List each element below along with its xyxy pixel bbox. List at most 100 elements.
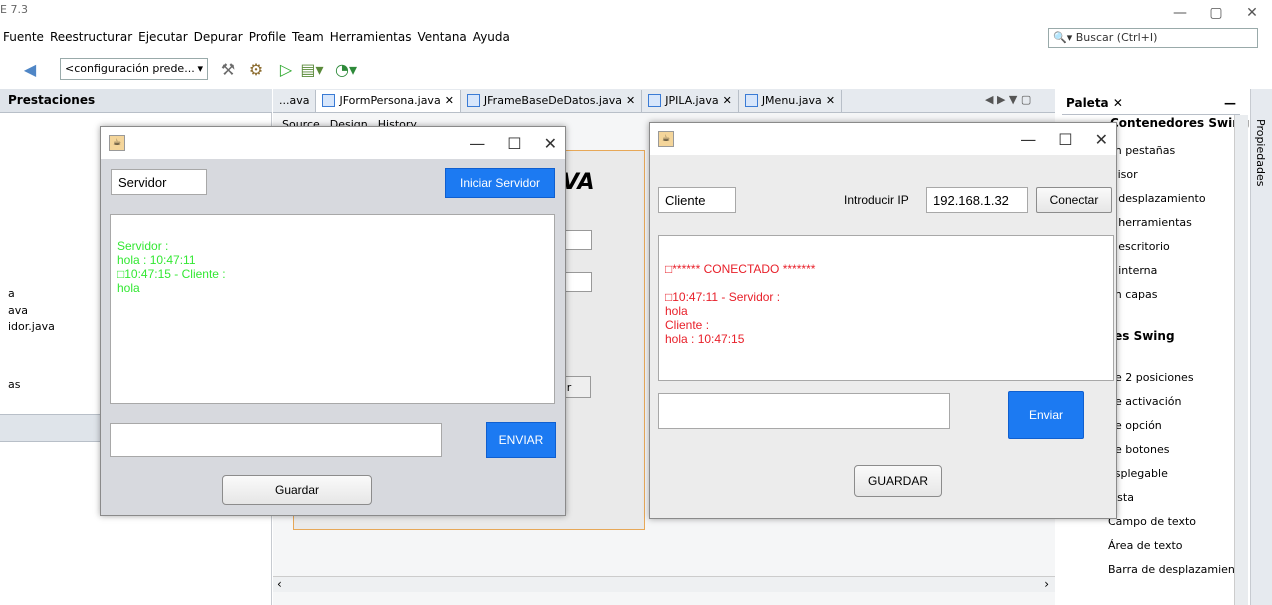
java-file-icon xyxy=(322,94,336,107)
close-icon[interactable]: ✕ xyxy=(1095,130,1108,149)
palette-item[interactable]: e desplazamiento xyxy=(1108,192,1206,205)
palette-scrollbar[interactable] xyxy=(1234,115,1248,605)
minimize-icon[interactable]: — xyxy=(1160,0,1200,26)
server-window-body: Servidor Iniciar Servidor Servidor : hola… xyxy=(101,159,565,515)
close-icon[interactable]: ✕ xyxy=(723,94,732,107)
close-icon[interactable]: ✕ xyxy=(1113,96,1123,110)
ide-title: E 7.3 xyxy=(0,3,28,16)
project-item[interactable]: idor.java xyxy=(8,320,55,333)
palette-section-containers[interactable]: Contenedores Swing xyxy=(1110,116,1249,130)
tab-jframebasededatos[interactable]: JFrameBaseDeDatos.java ✕ xyxy=(460,89,643,112)
run-icon[interactable]: ▷ xyxy=(274,57,298,81)
client-send-button[interactable]: Enviar xyxy=(1008,391,1084,439)
menu-item[interactable]: Herramientas xyxy=(327,30,415,50)
palette-item[interactable]: Campo de texto xyxy=(1108,515,1196,528)
hammer-icon[interactable]: ⚒ xyxy=(216,57,240,81)
profile-icon[interactable]: ◔▾ xyxy=(334,57,358,81)
config-combo[interactable]: <configuración prede... ▾ xyxy=(60,58,208,80)
ip-input[interactable]: 192.168.1.32 xyxy=(926,187,1028,213)
tab-jmenu[interactable]: JMenu.java ✕ xyxy=(738,89,843,112)
server-send-button[interactable]: ENVIAR xyxy=(486,422,556,458)
start-server-button[interactable]: Iniciar Servidor xyxy=(445,168,555,198)
chat-line: □10:47:11 - Servidor : xyxy=(665,290,781,304)
close-icon[interactable]: ✕ xyxy=(544,134,557,153)
server-chat-area[interactable]: Servidor : hola : 10:47:11 □10:47:15 - Cli… xyxy=(110,214,555,404)
tab-label: JPILA.java xyxy=(665,94,719,107)
project-item[interactable]: ava xyxy=(8,304,28,317)
connect-button[interactable]: Conectar xyxy=(1036,187,1112,213)
server-name-field[interactable]: Servidor xyxy=(111,169,207,195)
palette-item[interactable]: e herramientas xyxy=(1108,216,1192,229)
tab-ava[interactable]: ...ava xyxy=(273,89,317,112)
menu-item[interactable]: Depurar xyxy=(191,30,246,50)
palette-item[interactable]: de activación xyxy=(1108,395,1181,408)
tab-label: ...ava xyxy=(279,94,310,107)
back-icon[interactable]: ◀ xyxy=(18,57,42,81)
palette-title: Paleta xyxy=(1066,96,1109,110)
server-window-titlebar[interactable]: ☕ — ☐ ✕ xyxy=(101,127,565,159)
palette-item[interactable]: Área de texto xyxy=(1108,539,1183,552)
left-panel-header: Prestaciones xyxy=(0,89,272,113)
minimize-icon[interactable]: — xyxy=(469,134,485,153)
project-item[interactable]: as xyxy=(8,378,20,391)
ip-label: Introducir IP xyxy=(844,193,909,207)
search-icon: 🔍▾ xyxy=(1053,31,1076,44)
close-icon[interactable]: ✕ xyxy=(626,94,635,107)
menu-item[interactable]: Ayuda xyxy=(470,30,513,50)
client-chat-area[interactable]: □****** CONECTADO ******* □10:47:11 - Ser… xyxy=(658,235,1114,381)
menu-item[interactable]: Ventana xyxy=(415,30,470,50)
menu-item[interactable]: Ejecutar xyxy=(135,30,191,50)
server-window: ☕ — ☐ ✕ Servidor Iniciar Servidor Servidor… xyxy=(100,126,566,516)
client-window-titlebar[interactable]: ☕ — ☐ ✕ xyxy=(650,123,1116,155)
minimize-icon[interactable]: — xyxy=(1020,130,1036,149)
design-textfield xyxy=(562,230,592,250)
palette-item[interactable]: de botones xyxy=(1108,443,1169,456)
tab-jpila[interactable]: JPILA.java ✕ xyxy=(642,89,739,112)
debug-icon[interactable]: ▤▾ xyxy=(300,57,324,81)
java-file-icon xyxy=(648,94,662,107)
search-placeholder: Buscar (Ctrl+I) xyxy=(1075,31,1158,44)
horizontal-scrollbar[interactable]: ‹ › xyxy=(273,576,1055,592)
palette-item[interactable]: on pestañas xyxy=(1108,144,1175,157)
menu-item[interactable]: Team xyxy=(289,30,327,50)
properties-sidebar[interactable]: Propiedades xyxy=(1250,89,1272,605)
chat-line: Servidor : xyxy=(117,239,169,253)
editor-tabs: ...ava JFormPersona.java ✕ JFrameBaseDeD… xyxy=(273,89,1055,113)
project-item[interactable]: a xyxy=(8,287,15,300)
client-save-button[interactable]: GUARDAR xyxy=(854,465,942,497)
maximize-icon[interactable]: ☐ xyxy=(1058,130,1072,149)
chevron-left-icon[interactable]: ‹ xyxy=(277,577,282,591)
chevron-right-icon[interactable]: › xyxy=(1044,577,1049,591)
menu-item[interactable]: Profile xyxy=(246,30,289,50)
tab-jformpersona[interactable]: JFormPersona.java ✕ xyxy=(316,89,461,112)
client-name-field[interactable]: Cliente xyxy=(658,187,736,213)
minimize-icon[interactable]: — xyxy=(1224,96,1236,111)
chat-line: hola xyxy=(117,281,140,295)
palette-header: Paleta ✕ — xyxy=(1062,93,1240,115)
maximize-icon[interactable]: ☐ xyxy=(507,134,521,153)
palette-item[interactable]: de 2 posiciones xyxy=(1108,371,1194,384)
client-message-input[interactable] xyxy=(658,393,950,429)
maximize-icon[interactable]: ▢ xyxy=(1196,0,1236,26)
server-save-button[interactable]: Guardar xyxy=(222,475,372,505)
server-message-input[interactable] xyxy=(110,423,442,457)
close-icon[interactable]: ✕ xyxy=(445,94,454,107)
palette-section-controls[interactable]: les Swing xyxy=(1110,329,1175,343)
design-label: VA xyxy=(562,170,595,195)
java-file-icon xyxy=(466,94,480,107)
config-combo-value: <configuración prede... xyxy=(65,62,195,75)
menu-item[interactable]: Reestructurar xyxy=(47,30,135,50)
close-icon[interactable]: ✕ xyxy=(826,94,835,107)
tab-nav-icons[interactable]: ◀ ▶ ▼ ▢ xyxy=(985,93,1031,106)
java-icon: ☕ xyxy=(658,131,674,147)
tab-label: JFrameBaseDeDatos.java xyxy=(483,94,622,107)
java-icon: ☕ xyxy=(109,135,125,151)
properties-label: Propiedades xyxy=(1254,119,1267,187)
close-icon[interactable]: ✕ xyxy=(1232,0,1272,26)
palette-item[interactable]: e escritorio xyxy=(1108,240,1170,253)
search-input[interactable]: 🔍▾ Buscar (Ctrl+I) xyxy=(1048,28,1258,48)
clean-build-icon[interactable]: ⚙ xyxy=(244,57,268,81)
menu-item[interactable]: Fuente xyxy=(0,30,47,50)
palette-item[interactable]: Barra de desplazamiento xyxy=(1108,563,1246,576)
chat-line: hola : 10:47:11 xyxy=(117,253,196,267)
